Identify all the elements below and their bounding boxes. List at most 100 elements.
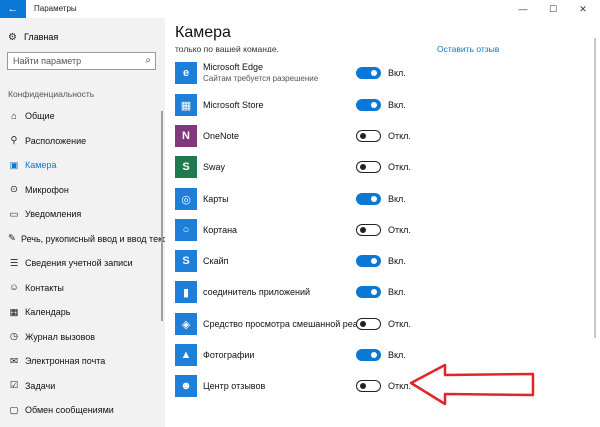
description-text: только по вашей команде. [175, 46, 279, 52]
tasks-icon: ☑ [9, 380, 19, 392]
mail-icon: ✉ [10, 355, 18, 367]
sidebar-item-label: Микрофон [25, 184, 69, 195]
arrow-shape [409, 363, 535, 406]
app-row: ○ Кортана Откл. [165, 215, 595, 245]
camera-access-toggle[interactable] [356, 193, 381, 205]
sidebar-item-label: Расположение [25, 135, 87, 146]
sidebar-item-label: Электронная почта [25, 356, 106, 367]
sidebar-item[interactable]: ▢ Обмен сообщениями [0, 398, 165, 423]
camera-access-toggle[interactable] [356, 161, 381, 173]
camera-access-toggle[interactable] [356, 99, 381, 111]
camera-access-toggle[interactable] [356, 318, 381, 330]
app-name: Microsoft Store [203, 100, 264, 110]
camera-access-toggle[interactable] [356, 286, 381, 298]
main-scrollbar[interactable] [594, 38, 596, 338]
location-icon: ⚲ [10, 135, 18, 147]
account-info-icon: ☰ [9, 257, 19, 269]
app-name: Sway [203, 162, 226, 172]
sidebar-section-title: Конфиденциальность [8, 89, 95, 99]
sidebar-item-label: Журнал вызовов [25, 331, 96, 342]
sidebar-item-label: Обмен сообщениями [25, 405, 114, 416]
sidebar-home[interactable]: ⚙ Главная [8, 30, 58, 44]
sidebar: ⚙ Главная Найти параметр ⌕ Конфиденциаль… [0, 18, 176, 427]
camera-icon: ▣ [9, 159, 19, 171]
close-button[interactable]: ✕ [568, 0, 598, 18]
toggle-state-label: Откл. [388, 131, 411, 141]
app-row: e Microsoft Edge Сайтам требуется разрешен… [165, 58, 595, 88]
back-button[interactable]: ← [0, 0, 26, 18]
sidebar-item-label: Календарь [25, 307, 71, 318]
sidebar-item-label: Камера [25, 160, 57, 171]
maximize-button[interactable]: ☐ [538, 0, 568, 18]
search-input[interactable]: Найти параметр ⌕ [7, 52, 156, 70]
window-controls: — ☐ ✕ [508, 0, 598, 18]
search-placeholder: Найти параметр [13, 56, 82, 66]
speech-icon: ✎ [8, 233, 16, 245]
camera-access-toggle[interactable] [356, 349, 381, 361]
sidebar-item[interactable]: ⚲ Расположение [0, 129, 165, 154]
page-title: Камера [175, 24, 231, 41]
edge-icon: e [175, 62, 197, 84]
sidebar-item[interactable]: ✎ Речь, рукописный ввод и ввод текста [0, 227, 176, 252]
sidebar-item[interactable]: ⌂ Общие [0, 104, 165, 129]
sidebar-item[interactable]: ⊙ Микрофон [0, 178, 165, 203]
sidebar-item[interactable]: ☑ Задачи [0, 374, 165, 399]
sidebar-item-label: Уведомления [25, 209, 82, 220]
feedback-hub-icon: ☻ [175, 375, 197, 397]
toggle-knob [360, 320, 366, 327]
toggle-state-label: Вкл. [388, 350, 406, 360]
camera-access-toggle[interactable] [356, 380, 381, 392]
sidebar-item-label: Речь, рукописный ввод и ввод текста [20, 233, 176, 244]
skype-icon: S [175, 250, 197, 272]
sidebar-item[interactable]: ▣ Камера [0, 153, 165, 178]
calendar-icon: ▦ [9, 306, 19, 318]
toggle-knob [360, 382, 366, 389]
mixed-reality-viewer-icon: ◈ [175, 313, 197, 335]
messaging-icon: ▢ [9, 404, 19, 416]
toggle-state-label: Вкл. [388, 194, 406, 204]
toggle-knob [360, 132, 366, 139]
camera-access-toggle[interactable] [356, 224, 381, 236]
feedback-link[interactable]: Оставить отзыв [437, 46, 499, 52]
minimize-button[interactable]: — [508, 0, 538, 18]
toggle-knob [371, 352, 377, 358]
sidebar-item-label: Контакты [25, 282, 64, 293]
contacts-icon: ☺ [9, 282, 19, 294]
red-arrow-icon [409, 363, 535, 406]
onenote-icon: N [175, 125, 197, 147]
sidebar-home-label: Главная [24, 32, 59, 42]
toggle-state-label: Вкл. [388, 100, 406, 110]
toggle-state-label: Вкл. [388, 68, 406, 78]
toggle-state-label: Откл. [388, 162, 411, 172]
sidebar-item[interactable]: ▦ Календарь [0, 300, 165, 325]
toggle-state-label: Вкл. [388, 256, 406, 266]
sidebar-item[interactable]: ✉ Электронная почта [0, 349, 165, 374]
app-name: OneNote [203, 131, 240, 141]
sidebar-list: ⌂ Общие ⚲ Расположение ▣ Камера ⊙ Микрофон ▭ Увед… [0, 104, 176, 423]
sidebar-item[interactable]: ☰ Сведения учетной записи [0, 251, 165, 276]
sidebar-item[interactable]: ◷ Журнал вызовов [0, 325, 165, 350]
toggle-knob [360, 226, 366, 233]
app-row: ◈ Средство просмотра смешанной реальн... О… [165, 309, 595, 339]
camera-access-toggle[interactable] [356, 255, 381, 267]
camera-access-toggle[interactable] [356, 67, 381, 79]
toggle-knob [371, 102, 377, 108]
lock-icon: ⌂ [11, 110, 17, 122]
sidebar-item[interactable]: ▭ Уведомления [0, 202, 165, 227]
sidebar-item-label: Сведения учетной записи [25, 258, 133, 269]
toggle-knob [360, 163, 366, 170]
toggle-state-label: Вкл. [388, 287, 406, 297]
app-row: ▦ Microsoft Store Вкл. [165, 90, 595, 120]
camera-access-toggle[interactable] [356, 130, 381, 142]
sidebar-scrollbar[interactable] [161, 111, 163, 321]
app-connector-icon: ▮ [175, 281, 197, 303]
toggle-state-label: Откл. [388, 381, 411, 391]
window-title: Параметры [34, 4, 77, 13]
sidebar-item-label: Задачи [25, 380, 56, 391]
toggle-state-label: Откл. [388, 319, 411, 329]
app-subtitle: Сайтам требуется разрешение [203, 74, 319, 83]
cortana-icon: ○ [175, 219, 197, 241]
sidebar-item[interactable]: ☺ Контакты [0, 276, 165, 301]
title-bar: ← Параметры — ☐ ✕ [0, 0, 600, 18]
toggle-state-label: Откл. [388, 225, 411, 235]
